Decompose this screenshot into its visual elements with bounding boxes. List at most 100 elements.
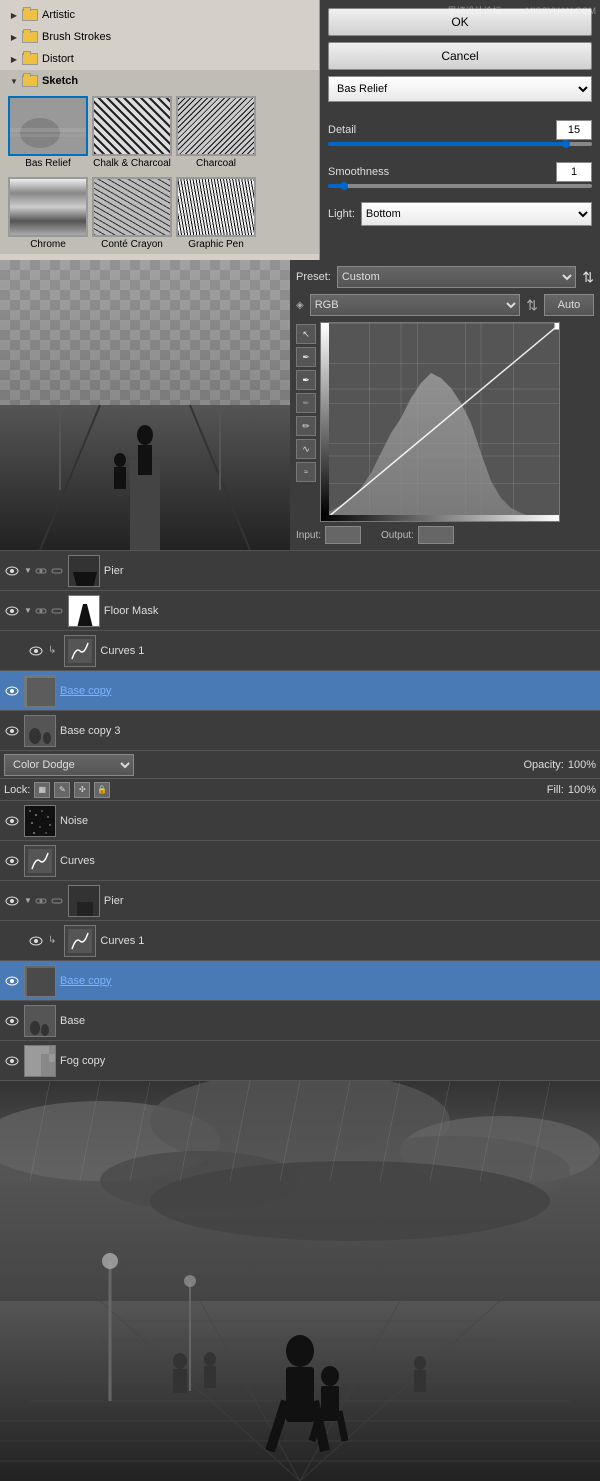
eye-icon-base-copy[interactable]	[4, 683, 20, 699]
thumb-img-conte	[92, 177, 172, 237]
eye-icon-curves1-bottom[interactable]	[28, 933, 44, 949]
layer-thumb-base-copy	[24, 675, 56, 707]
output-label: Output:	[381, 530, 414, 541]
bottom-layers-panel: Noise Curves ▼	[0, 801, 600, 1081]
layer-row-curves1-bottom[interactable]: ↳ Curves 1	[0, 921, 600, 961]
preset-select[interactable]: Custom	[337, 266, 576, 288]
ok-button[interactable]: OK	[328, 8, 592, 36]
thumb-label-conte: Conté Crayon	[101, 239, 163, 250]
detail-row: Detail	[328, 120, 592, 140]
blend-toolbar: Color Dodge Opacity: 100%	[0, 751, 600, 779]
layer-row-base-copy-bottom[interactable]: Base copy	[0, 961, 600, 1001]
effect-select[interactable]: Bas Relief	[328, 76, 592, 102]
tool-pointer[interactable]: ↖	[296, 324, 316, 344]
thumb-label-graphicpen: Graphic Pen	[188, 239, 244, 250]
layer-row-base-copy3[interactable]: Base copy 3	[0, 711, 600, 751]
thumb-chrome[interactable]: Chrome	[8, 177, 88, 250]
lock-checkerboard[interactable]: ▦	[34, 782, 50, 798]
layer-thumb-base	[24, 1005, 56, 1037]
expand-arrow-pier[interactable]: ▼	[24, 566, 32, 575]
layer-row-curves-bottom[interactable]: Curves	[0, 841, 600, 881]
tree-arrow-artistic: ▶	[8, 9, 20, 21]
tool-eyedropper[interactable]: ✒	[296, 347, 316, 367]
layer-row-fog-copy[interactable]: Fog copy	[0, 1041, 600, 1081]
tool-eyedropper-black[interactable]: ✒	[296, 393, 316, 413]
eye-icon-pier-top[interactable]	[4, 563, 20, 579]
folder-icon-artistic	[22, 9, 38, 21]
thumb-graphic-pen[interactable]: Graphic Pen	[176, 177, 256, 250]
detail-slider[interactable]	[328, 142, 592, 146]
layer-row-noise[interactable]: Noise	[0, 801, 600, 841]
eye-icon-base[interactable]	[4, 1013, 20, 1029]
thumb-img-graphicpen	[176, 177, 256, 237]
opacity-value: 100%	[568, 759, 596, 771]
channel-select[interactable]: RGB Red Green Blue	[310, 294, 521, 316]
smoothness-input[interactable]	[556, 162, 592, 182]
eye-icon-base-copy-bottom[interactable]	[4, 973, 20, 989]
input-label: Input:	[296, 530, 321, 541]
thumb-charcoal[interactable]: Charcoal	[176, 96, 256, 169]
detail-slider-thumb	[562, 140, 570, 148]
thumb-img-chrome	[8, 177, 88, 237]
tool-smooth[interactable]: ∿	[296, 439, 316, 459]
channel-row: ◈ RGB Red Green Blue ⇅ Auto	[296, 294, 594, 316]
base-copy-bottom-link[interactable]: Base copy	[60, 975, 111, 987]
light-row: Light: Bottom Top Left Right	[328, 202, 592, 226]
sublayer-arrow2: ↳	[48, 935, 56, 946]
expand-arrow-pier-bottom[interactable]: ▼	[24, 896, 32, 905]
eye-icon-noise[interactable]	[4, 813, 20, 829]
layer-name-pier-top: Pier	[104, 565, 596, 577]
tree-item-brush-strokes[interactable]: ▶ Brush Strokes	[0, 26, 319, 48]
light-select[interactable]: Bottom Top Left Right	[361, 202, 592, 226]
smoothness-slider[interactable]	[328, 184, 592, 188]
thumb-chalk-charcoal[interactable]: Chalk & Charcoal	[92, 96, 172, 169]
fill-label: Fill:	[547, 784, 564, 796]
layer-row-base[interactable]: Base	[0, 1001, 600, 1041]
lock-move[interactable]: ✣	[74, 782, 90, 798]
tree-label-sketch: Sketch	[42, 75, 78, 87]
tool-channel-curve[interactable]: ≈	[296, 462, 316, 482]
tool-pencil[interactable]: ✏	[296, 416, 316, 436]
layer-name-curves1-bottom: Curves 1	[100, 935, 596, 947]
channel-arrows[interactable]: ⇅	[526, 297, 538, 314]
lock-label: Lock:	[4, 784, 30, 796]
preset-arrows[interactable]: ⇅	[582, 269, 594, 286]
layer-name-fog-copy: Fog copy	[60, 1055, 596, 1067]
eye-icon-floor-mask[interactable]	[4, 603, 20, 619]
input-value[interactable]	[325, 526, 361, 544]
eye-icon-base-copy3[interactable]	[4, 723, 20, 739]
layer-name-base-copy: Base copy	[60, 685, 596, 697]
lock-brush[interactable]: ✎	[54, 782, 70, 798]
output-value[interactable]	[418, 526, 454, 544]
layer-row-pier-bottom: ▼ Pier	[0, 881, 600, 921]
cancel-button[interactable]: Cancel	[328, 42, 592, 70]
opacity-label: Opacity:	[524, 759, 564, 771]
base-copy-link[interactable]: Base copy	[60, 685, 111, 697]
tree-item-sketch[interactable]: ▼ Sketch	[0, 70, 319, 92]
eye-icon-curves1-top[interactable]	[28, 643, 44, 659]
filter-panel: 思绪设计论坛 www.MISSYUAN.COM ▶ Artistic ▶ Bru…	[0, 0, 600, 260]
tool-eyedropper-white[interactable]: ✒	[296, 370, 316, 390]
tree-item-artistic[interactable]: ▶ Artistic	[0, 4, 319, 26]
layer-thumb-pier-bottom	[68, 885, 100, 917]
lock-all[interactable]: 🔒	[94, 782, 110, 798]
auto-button[interactable]: Auto	[544, 294, 594, 316]
thumbnails-row-1: Bas Relief Chalk & Charcoal Charcoal	[0, 92, 319, 173]
eye-icon-pier-bottom[interactable]	[4, 893, 20, 909]
layer-name-floor-mask: Floor Mask	[104, 605, 596, 617]
curve-graph[interactable]	[320, 322, 560, 522]
eye-icon-fog-copy[interactable]	[4, 1053, 20, 1069]
expand-arrow-floor[interactable]: ▼	[24, 606, 32, 615]
tree-label-distort: Distort	[42, 53, 74, 65]
tree-arrow-distort: ▶	[8, 53, 20, 65]
detail-input[interactable]	[556, 120, 592, 140]
layer-row-base-copy[interactable]: Base copy	[0, 671, 600, 711]
thumb-bas-relief[interactable]: Bas Relief	[8, 96, 88, 169]
curves-section: Preset: Custom ⇅ ◈ RGB Red Green Blue ⇅ …	[0, 260, 600, 550]
tree-item-distort[interactable]: ▶ Distort	[0, 48, 319, 70]
eye-icon-curves-bottom[interactable]	[4, 853, 20, 869]
thumb-img-charcoal	[176, 96, 256, 156]
thumb-conte-crayon[interactable]: Conté Crayon	[92, 177, 172, 250]
blend-mode-select[interactable]: Color Dodge	[4, 754, 134, 776]
layer-thumb-floor-mask	[68, 595, 100, 627]
